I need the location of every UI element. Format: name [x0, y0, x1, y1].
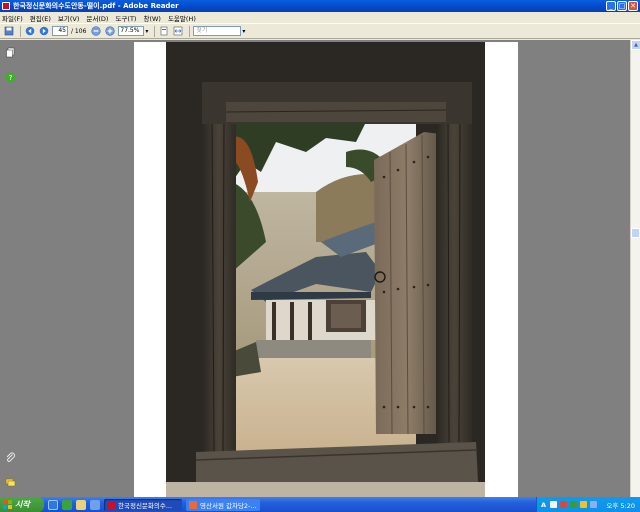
next-page-icon[interactable] — [38, 26, 49, 37]
menu-file[interactable]: 파일(F) — [2, 13, 23, 23]
ime-icon[interactable] — [550, 501, 558, 508]
windows-logo-icon — [3, 500, 12, 509]
ie-icon[interactable] — [48, 499, 58, 510]
toolbar: 45 / 106 77.5% ▾ 찾기 ▾ — [0, 23, 640, 39]
menu-help[interactable]: 도움말(H) — [168, 13, 196, 23]
system-tray: A 오후 5:20 — [536, 497, 640, 512]
menu-view[interactable]: 보기(V) — [58, 13, 79, 23]
vertical-scrollbar[interactable]: ▲ — [630, 40, 640, 497]
title-bar: 한국정신문화의수도안동-떨이.pdf - Adobe Reader _ □ ✕ — [0, 0, 640, 12]
start-button[interactable]: 시작 — [0, 497, 44, 512]
svg-text:?: ? — [9, 74, 13, 82]
window-controls: _ □ ✕ — [606, 1, 638, 11]
toolbar-separator — [154, 25, 156, 37]
menu-bar: 파일(F) 편집(E) 보기(V) 문서(D) 도구(T) 창(W) 도움말(H… — [0, 12, 640, 23]
zoom-in-icon[interactable] — [104, 26, 115, 37]
acrobat-icon — [107, 500, 115, 509]
comments-icon[interactable] — [5, 477, 16, 488]
acrobat-icon — [2, 2, 10, 10]
zoom-dropdown-icon[interactable]: ▾ — [145, 28, 148, 35]
gate-photo — [166, 42, 485, 497]
fit-width-icon[interactable] — [172, 26, 183, 37]
pdf-page — [134, 42, 518, 497]
taskbar: 시작 한국정신문화의수... 영산서원 값차당2-... A 오후 5:20 — [0, 497, 640, 512]
pages-icon[interactable] — [5, 47, 16, 58]
menu-edit[interactable]: 편집(E) — [30, 13, 51, 23]
previous-page-icon[interactable] — [24, 26, 35, 37]
help-icon[interactable]: ? — [5, 72, 16, 83]
show-desktop-icon[interactable] — [62, 499, 72, 510]
task-label: 영산서원 값차당2-... — [200, 501, 257, 510]
clock: 오후 5:20 — [606, 501, 635, 510]
minimize-button[interactable]: _ — [606, 1, 616, 11]
attachment-icon[interactable] — [5, 452, 16, 463]
search-input[interactable]: 찾기 — [193, 26, 242, 36]
toolbar-separator — [20, 25, 21, 37]
window-title: 한국정신문화의수도안동-떨이.pdf - Adobe Reader — [13, 2, 179, 10]
menu-document[interactable]: 문서(D) — [86, 13, 108, 23]
menu-window[interactable]: 창(W) — [143, 13, 160, 23]
media-icon[interactable] — [90, 499, 100, 510]
task-image-viewer[interactable]: 영산서원 값차당2-... — [186, 498, 260, 511]
zoom-out-icon[interactable] — [90, 26, 101, 37]
antivirus-icon[interactable] — [560, 501, 568, 508]
toolbar-separator — [189, 25, 191, 37]
page-total: / 106 — [71, 27, 87, 35]
explorer-icon[interactable] — [76, 499, 86, 510]
navigation-pane: ? — [0, 40, 22, 497]
close-button[interactable]: ✕ — [628, 1, 638, 11]
language-indicator[interactable]: A — [541, 501, 546, 509]
task-adobe-reader[interactable]: 한국정신문화의수... — [104, 498, 182, 511]
fit-page-icon[interactable] — [158, 26, 169, 37]
save-icon[interactable] — [3, 26, 14, 37]
maximize-button[interactable]: □ — [617, 1, 627, 11]
update-icon[interactable] — [590, 501, 598, 508]
menu-tools[interactable]: 도구(T) — [115, 13, 136, 23]
scrollbar-thumb[interactable] — [631, 228, 640, 238]
image-viewer-icon — [189, 500, 197, 509]
start-label: 시작 — [15, 500, 30, 509]
document-view[interactable] — [22, 40, 630, 497]
search-dropdown-icon[interactable]: ▾ — [242, 28, 245, 35]
volume-icon[interactable] — [580, 501, 588, 508]
scroll-up-icon[interactable]: ▲ — [631, 40, 640, 50]
page-number-input[interactable]: 45 — [52, 26, 68, 36]
task-label: 한국정신문화의수... — [118, 501, 173, 510]
network-icon[interactable] — [570, 501, 578, 508]
zoom-field[interactable]: 77.5% — [118, 26, 145, 36]
